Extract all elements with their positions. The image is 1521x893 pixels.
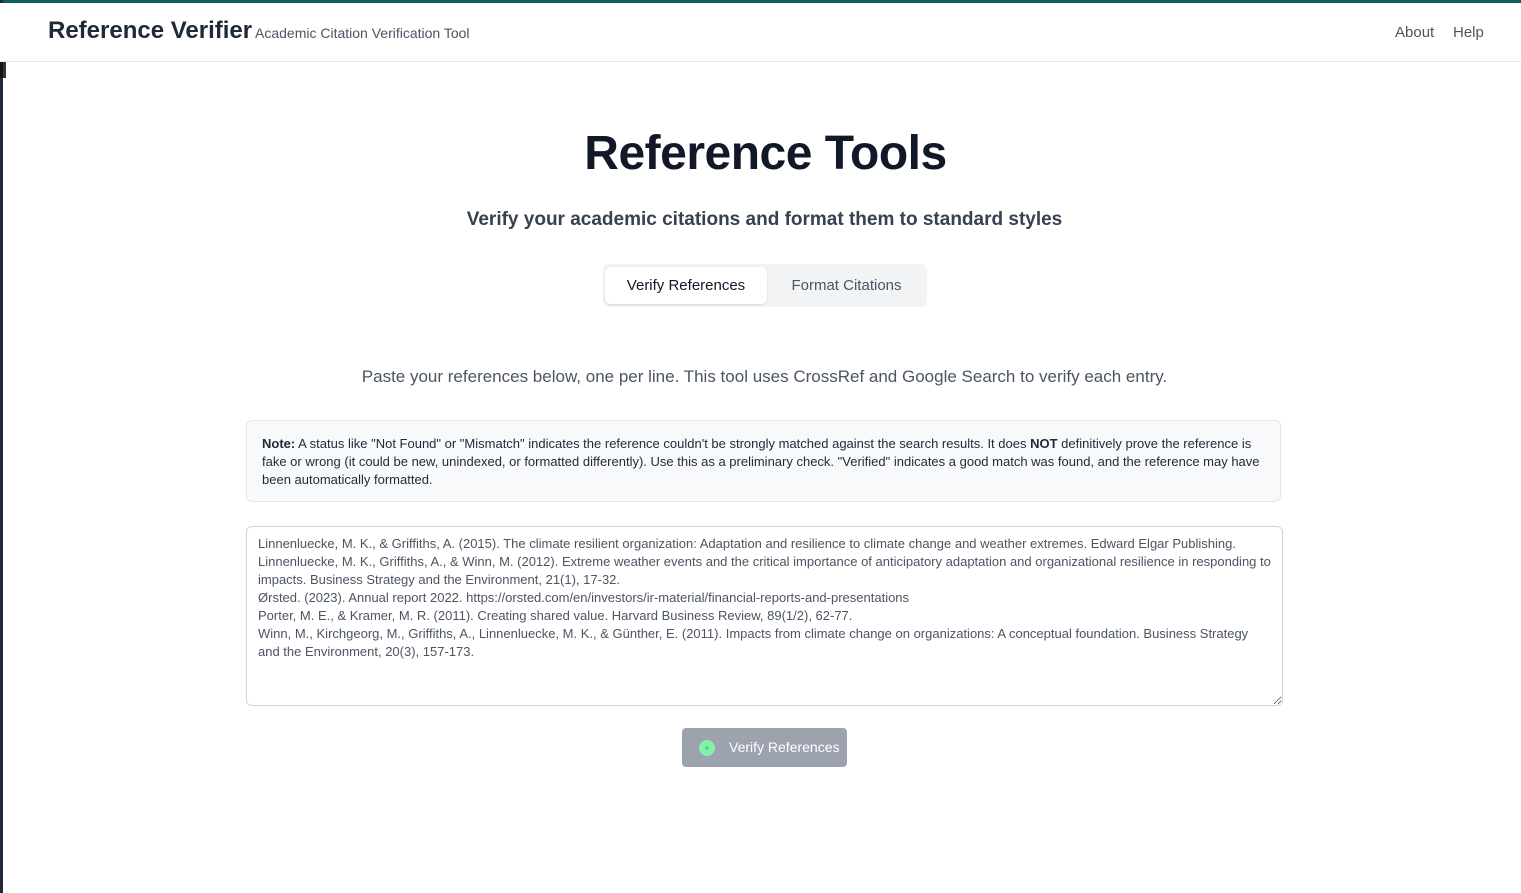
nav-about-link[interactable]: About — [1395, 24, 1434, 41]
tab-verify-references[interactable]: Verify References — [605, 267, 767, 304]
page-title: Reference Tools — [584, 127, 947, 180]
nav-help-link[interactable]: Help — [1453, 24, 1484, 41]
note-label: Note: — [262, 436, 296, 451]
brand-title[interactable]: Reference Verifier — [48, 17, 252, 45]
verify-references-button[interactable]: Verify References — [682, 728, 847, 767]
tool-tabs: Verify References Format Citations — [603, 264, 927, 307]
page-subtitle: Verify your academic citations and forma… — [466, 209, 1063, 230]
brand-tagline: Academic Citation Verification Tool — [255, 25, 470, 41]
verify-button-label: Verify References — [729, 739, 840, 755]
tab-format-citations[interactable]: Format Citations — [769, 267, 924, 304]
note-box: Note: A status like "Not Found" or "Mism… — [246, 420, 1281, 502]
note-text-before: A status like "Not Found" or "Mismatch" … — [295, 436, 1031, 451]
references-input[interactable]: Linnenluecke, M. K., & Griffiths, A. (20… — [246, 526, 1283, 706]
instructions-text: Paste your references below, one per lin… — [361, 367, 1168, 386]
note-emphasis: NOT — [1030, 436, 1058, 451]
site-header: Reference Verifier Academic Citation Ver… — [0, 3, 1521, 62]
loading-spinner-icon — [699, 740, 715, 756]
